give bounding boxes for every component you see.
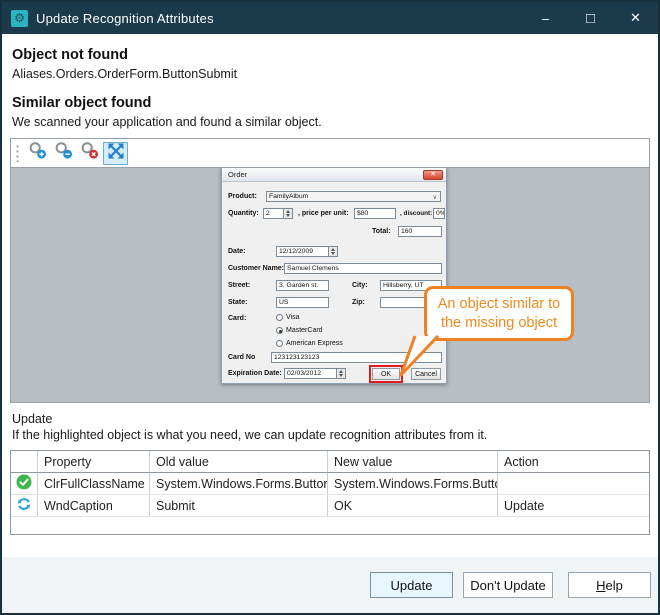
fit-to-window-icon: [107, 142, 125, 165]
table-row[interactable]: ClrFullClassName System.Windows.Forms.Bu…: [11, 473, 649, 495]
customer-name-label: Customer Name:: [228, 265, 284, 272]
zoom-in-icon: [28, 141, 47, 165]
table-row[interactable]: WndCaption Submit OK Update: [11, 495, 649, 517]
preview-panel: Order ✕ Product: FamilyAlbum∨ Quantity: …: [10, 138, 650, 403]
state-label: State:: [228, 299, 247, 306]
close-button[interactable]: ✕: [613, 2, 658, 34]
maximize-button[interactable]: □: [568, 2, 613, 34]
row-status-cell: [11, 473, 38, 494]
city-label: City:: [352, 282, 368, 289]
attributes-table: Property Old value New value Action ClrF…: [10, 450, 650, 535]
street-input: 3. Garden st.: [276, 280, 329, 291]
fit-to-window-button[interactable]: [103, 142, 128, 165]
order-titlebar: Order ✕: [222, 168, 446, 182]
total-label: Total:: [372, 228, 391, 235]
titlebar: ⚙ Update Recognition Attributes – □ ✕: [2, 2, 658, 34]
row-old-value: System.Windows.Forms.Button: [150, 473, 328, 494]
combo-arrow-icon: ∨: [433, 194, 437, 202]
row-new-value: OK: [328, 495, 498, 516]
card-label: Card:: [228, 315, 246, 322]
row-status-cell: [11, 495, 38, 516]
radio-selected-icon: [276, 327, 283, 334]
update-section-label: Update: [12, 412, 648, 426]
header-action: Action: [498, 451, 649, 472]
footer-bar: Update Don't Update Help: [2, 557, 658, 613]
expiration-date-spinner: [337, 368, 346, 379]
update-recognition-attributes-dialog: ⚙ Update Recognition Attributes – □ ✕ Ob…: [0, 0, 660, 615]
preview-toolbar: [11, 139, 649, 167]
dont-update-button[interactable]: Don't Update: [463, 572, 553, 598]
row-action: [498, 473, 649, 494]
header-icon-column: [11, 451, 38, 472]
similar-object-description: We scanned your application and found a …: [12, 115, 648, 129]
zoom-in-button[interactable]: [25, 142, 50, 165]
check-circle-icon: [16, 474, 32, 493]
card-radio-mastercard: MasterCard: [276, 327, 323, 334]
card-no-label: Card No: [228, 354, 255, 361]
window-title: Update Recognition Attributes: [36, 11, 214, 26]
price-input: $80: [354, 208, 396, 219]
object-not-found-heading: Object not found: [12, 47, 648, 63]
update-button[interactable]: Update: [370, 572, 453, 598]
quantity-input: 2: [263, 208, 284, 219]
zoom-out-button[interactable]: [51, 142, 76, 165]
state-input: US: [276, 297, 329, 308]
zoom-out-icon: [54, 141, 73, 165]
row-property: ClrFullClassName: [38, 473, 150, 494]
total-input: 160: [398, 226, 442, 237]
quantity-spinner: [284, 208, 293, 219]
product-combobox: FamilyAlbum∨: [266, 191, 441, 202]
expiration-date-input: 02/03/2012: [284, 368, 337, 379]
header-property: Property: [38, 451, 150, 472]
price-label: , price per unit:: [298, 210, 349, 217]
date-spinner: [329, 246, 338, 257]
missing-object-alias: Aliases.Orders.OrderForm.ButtonSubmit: [12, 67, 648, 81]
header-new-value: New value: [328, 451, 498, 472]
street-label: Street:: [228, 282, 250, 289]
refresh-icon: [16, 496, 32, 515]
expiration-date-label: Expiration Date:: [228, 370, 282, 377]
zip-label: Zip:: [352, 299, 365, 306]
header-old-value: Old value: [150, 451, 328, 472]
radio-icon: [276, 340, 283, 347]
row-property: WndCaption: [38, 495, 150, 516]
help-button[interactable]: Help: [568, 572, 651, 598]
order-window-title: Order: [228, 170, 247, 179]
quantity-label: Quantity:: [228, 210, 259, 217]
update-section-description: If the highlighted object is what you ne…: [12, 428, 648, 442]
card-radio-visa: Visa: [276, 314, 300, 321]
dialog-content: Object not found Aliases.Orders.OrderFor…: [2, 34, 658, 557]
discount-input: 0%: [433, 208, 445, 219]
customer-name-input: Samuel Clemens: [284, 263, 442, 274]
preview-canvas: Order ✕ Product: FamilyAlbum∨ Quantity: …: [11, 167, 649, 402]
date-input: 12/12/2009: [276, 246, 329, 257]
order-close-icon: ✕: [423, 170, 443, 180]
card-radio-amex: American Express: [276, 340, 343, 347]
product-label: Product:: [228, 193, 257, 200]
toolbar-grip: [15, 144, 20, 162]
similar-object-heading: Similar object found: [12, 95, 648, 111]
app-gear-icon: ⚙: [11, 10, 28, 27]
row-action: Update: [498, 495, 649, 516]
row-old-value: Submit: [150, 495, 328, 516]
callout-tail-icon: [394, 333, 449, 379]
discount-label: , discount:: [400, 210, 432, 217]
table-header-row: Property Old value New value Action: [11, 451, 649, 473]
zoom-off-icon: [80, 141, 99, 165]
row-new-value: System.Windows.Forms.Button: [328, 473, 498, 494]
minimize-button[interactable]: –: [523, 2, 568, 34]
date-label: Date:: [228, 248, 246, 255]
zoom-off-button[interactable]: [77, 142, 102, 165]
radio-icon: [276, 314, 283, 321]
